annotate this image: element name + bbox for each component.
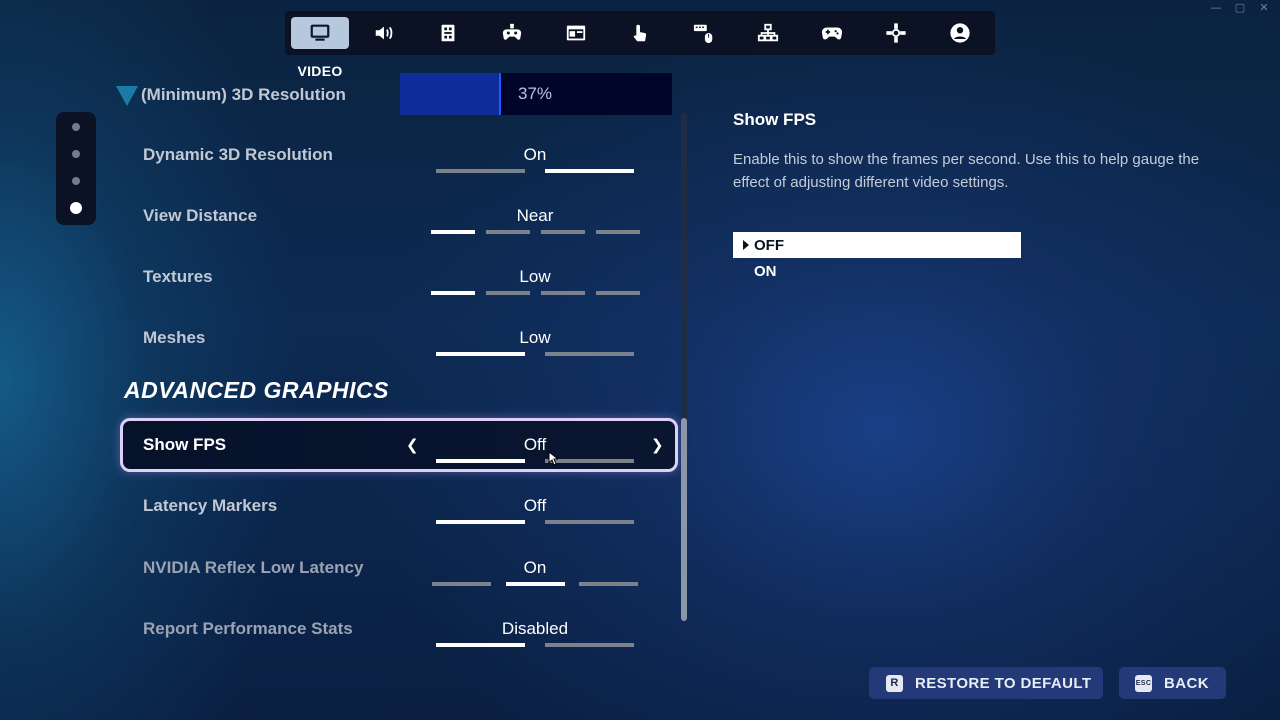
dynamic-resolution-value[interactable]: On [415,145,655,165]
show-fps-segment-1 [436,459,525,463]
tab-account[interactable] [931,17,989,49]
textures-segment-4 [596,291,640,295]
speaker-icon [375,26,393,40]
latency-markers-label: Latency Markers [143,496,278,515]
tab-controller-bindings[interactable] [867,17,925,49]
report-performance-segment-2 [545,643,634,647]
section-dot-4-active[interactable] [70,202,82,214]
show-fps-value[interactable]: Off [415,435,655,455]
focus-marker-icon [116,86,138,106]
meshes-segment-1 [436,352,525,356]
option-off-selected[interactable]: OFF [733,232,1021,258]
back-button[interactable]: ESC BACK [1119,667,1226,699]
show-fps-segment-2 [545,459,634,463]
report-performance-segment-1 [436,643,525,647]
minimize-icon[interactable]: — [1210,1,1222,14]
back-label: BACK [1164,674,1209,692]
tab-audio[interactable] [355,17,413,49]
option-on-label: ON [754,262,777,280]
tab-controller-settings[interactable] [483,17,541,49]
monitor-icon [310,24,330,41]
dpad-icon [886,23,906,43]
latency-markers-value[interactable]: Off [415,496,655,516]
textures-value[interactable]: Low [415,267,655,287]
nvidia-reflex-segment-3 [579,582,638,586]
r-key-icon: R [886,674,903,692]
gamepad-icon [821,27,843,40]
view-distance-segment-1 [431,230,475,234]
caret-right-icon [743,240,749,250]
dynamic-resolution-label: Dynamic 3D Resolution [143,145,333,164]
show-fps-label: Show FPS [143,435,227,454]
meshes-value[interactable]: Low [415,328,655,348]
section-title-advanced-graphics: ADVANCED GRAPHICS [124,377,389,403]
view-distance-segment-4 [596,230,640,234]
option-on[interactable]: ON [733,258,1021,284]
game-settings-icon [441,24,455,42]
tab-network[interactable] [739,17,797,49]
tab-ui[interactable] [547,17,605,49]
dynamic-resolution-segment-2 [545,169,634,173]
restore-default-label: RESTORE TO DEFAULT [915,674,1092,692]
active-tab-label: VIDEO [297,63,343,79]
option-off-label: OFF [754,236,784,254]
section-nav-rail [56,112,96,225]
mouse-cursor-icon [548,451,558,466]
window-layout-icon [566,25,586,41]
min-resolution-fill [400,73,501,115]
tab-touch[interactable] [611,17,669,49]
textures-segment-1 [431,291,475,295]
chevron-right-icon[interactable]: ❯ [651,436,664,454]
section-dot-1[interactable] [72,123,80,131]
min-resolution-label: (Minimum) 3D Resolution [141,85,346,104]
view-distance-segment-3 [541,230,585,234]
view-distance-value[interactable]: Near [415,206,655,226]
meshes-segment-2 [545,352,634,356]
controller-settings-icon [502,23,522,40]
nvidia-reflex-label: NVIDIA Reflex Low Latency [143,558,364,577]
tab-controller[interactable] [803,17,861,49]
window-controls: — ▢ ✕ [1210,1,1270,14]
section-dot-2[interactable] [72,150,80,158]
dynamic-resolution-segment-1 [436,169,525,173]
esc-key-icon: ESC [1135,674,1152,692]
keyboard-mouse-icon [693,24,713,44]
description-text: Enable this to show the frames per secon… [733,151,1200,191]
account-icon [950,23,970,43]
tab-game[interactable] [419,17,477,49]
report-performance-value[interactable]: Disabled [415,619,655,639]
latency-markers-segment-2 [545,520,634,524]
latency-markers-segment-1 [436,520,525,524]
tab-keyboard-mouse[interactable] [675,17,733,49]
section-dot-3[interactable] [72,177,80,185]
report-performance-label: Report Performance Stats [143,619,353,638]
description-title: Show FPS [733,110,817,129]
view-distance-segment-2 [486,230,530,234]
maximize-icon[interactable]: ▢ [1234,1,1246,14]
view-distance-label: View Distance [143,206,258,225]
nvidia-reflex-segment-2 [506,582,565,586]
textures-segment-3 [541,291,585,295]
touch-icon [633,24,647,42]
restore-default-button[interactable]: R RESTORE TO DEFAULT [869,667,1103,699]
textures-label: Textures [143,267,213,286]
hierarchy-icon [757,23,779,42]
settings-tab-bar [285,11,995,55]
textures-segment-2 [486,291,530,295]
tab-video[interactable] [291,17,349,49]
settings-scrollbar-thumb[interactable] [681,418,687,621]
nvidia-reflex-value[interactable]: On [415,558,655,578]
close-icon[interactable]: ✕ [1258,1,1270,14]
nvidia-reflex-segment-1 [432,582,491,586]
min-resolution-value: 37% [518,84,553,103]
meshes-label: Meshes [143,328,206,347]
